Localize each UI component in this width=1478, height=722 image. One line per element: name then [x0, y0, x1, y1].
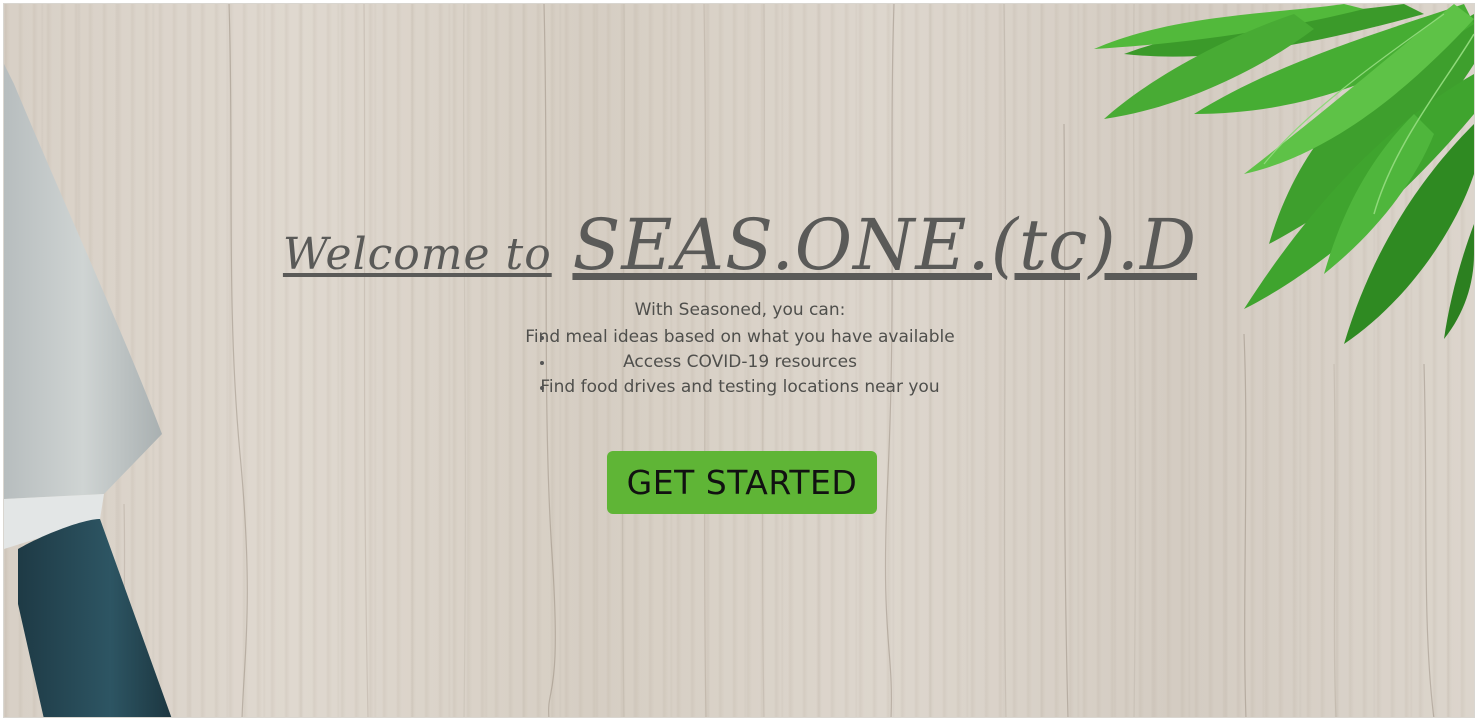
bullet-icon: [540, 386, 544, 390]
feature-text: Access COVID-19 resources: [623, 352, 857, 372]
page-frame: Welcome to SEAS.ONE.(tc).D With Seasoned…: [3, 3, 1475, 718]
intro-text: With Seasoned, you can:: [634, 300, 846, 320]
bullet-icon: [540, 361, 544, 365]
feature-text: Find meal ideas based on what you have a…: [525, 327, 955, 347]
page-title: Welcome to SEAS.ONE.(tc).D: [4, 209, 1474, 291]
title-welcome: Welcome to: [282, 229, 552, 280]
feature-text: Find food drives and testing locations n…: [540, 377, 940, 397]
bullet-icon: [540, 336, 544, 340]
list-item: Find food drives and testing locations n…: [4, 375, 1474, 400]
hero-section: Welcome to SEAS.ONE.(tc).D With Seasoned…: [4, 4, 1474, 717]
feature-list: Find meal ideas based on what you have a…: [4, 325, 1474, 400]
list-item: Find meal ideas based on what you have a…: [4, 325, 1474, 350]
get-started-button[interactable]: GET STARTED: [607, 451, 877, 514]
title-brand: SEAS.ONE.(tc).D: [572, 204, 1198, 286]
list-item: Access COVID-19 resources: [4, 350, 1474, 375]
